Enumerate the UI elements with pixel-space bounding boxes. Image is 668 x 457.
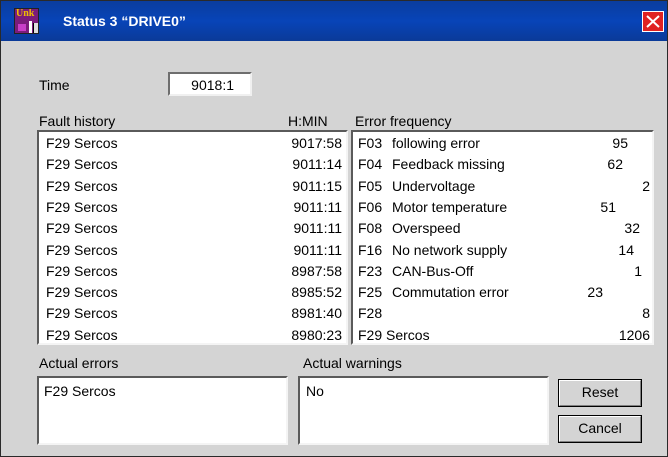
fault-history-row-name: F29 Sercos — [46, 156, 118, 173]
error-frequency-count: 2 — [642, 177, 650, 194]
error-frequency-description: Feedback missing — [392, 156, 505, 173]
fault-history-row-name: F29 Sercos — [46, 135, 118, 151]
error-frequency-code: F16 — [358, 241, 383, 258]
app-icon: Unk — [14, 8, 39, 34]
title-bar[interactable]: Unk Status 3 “DRIVE0” — [1, 1, 667, 41]
fault-history-row-name: F29 Sercos — [46, 326, 118, 343]
window-title: Status 3 “DRIVE0” — [63, 13, 186, 29]
error-frequency-list[interactable]: F03 following error 95 F04 Feedback missing 6… — [351, 130, 654, 345]
error-frequency-description: Undervoltage — [392, 177, 476, 194]
actual-warnings-field[interactable]: No — [298, 376, 549, 445]
error-frequency-count: 1206 — [618, 326, 650, 343]
close-icon — [646, 15, 660, 28]
actual-warnings-value: No — [306, 383, 324, 399]
fault-history-row-time: 8980:23 — [291, 326, 342, 343]
error-frequency-code: F08 — [358, 220, 383, 237]
reset-button[interactable]: Reset — [558, 379, 642, 407]
error-frequency-count: 1 — [634, 262, 642, 279]
time-label: Time — [39, 77, 70, 93]
close-button[interactable] — [642, 11, 664, 32]
fault-history-row-time: 8981:40 — [291, 305, 342, 322]
error-frequency-count: 23 — [587, 284, 603, 301]
time-field: 9018:1 — [168, 72, 252, 96]
fault-history-row-time: 9011:15 — [292, 177, 342, 194]
error-frequency-label: Error frequency — [355, 113, 452, 129]
error-frequency-code: F03 — [358, 135, 383, 151]
error-frequency-count: 32 — [624, 220, 640, 237]
app-icon-text: Unk — [16, 8, 35, 19]
fault-history-row-name: F29 Sercos — [46, 241, 118, 258]
fault-history-label: Fault history — [39, 113, 116, 129]
error-frequency-description: No network supply — [392, 241, 508, 258]
error-frequency-code: F29 Sercos — [358, 326, 430, 343]
error-frequency-code: F05 — [358, 177, 383, 194]
error-frequency-code: F28 — [358, 305, 383, 322]
fault-history-row-name: F29 Sercos — [46, 305, 118, 322]
actual-errors-field[interactable]: F29 Sercos — [37, 376, 288, 445]
error-frequency-count: 8 — [642, 305, 650, 322]
actual-warnings-label: Actual warnings — [303, 355, 402, 371]
reset-button-label: Reset — [581, 384, 619, 400]
fault-history-list[interactable]: F29 Sercos 9017:58 F29 Sercos 9011:14 F29 Se… — [37, 130, 348, 345]
fault-history-row-time: 9011:11 — [293, 220, 342, 237]
fault-history-row-time: 9011:14 — [292, 156, 342, 173]
fault-history-row-time: 9011:11 — [293, 241, 342, 258]
error-frequency-count: 95 — [612, 135, 628, 151]
cancel-button-label: Cancel — [578, 420, 622, 436]
time-value: 9018:1 — [191, 77, 234, 93]
cancel-button[interactable]: Cancel — [558, 415, 642, 443]
error-frequency-count: 62 — [607, 156, 623, 173]
error-frequency-description: CAN-Bus-Off — [392, 262, 474, 279]
fault-history-row-time: 8987:58 — [291, 262, 342, 279]
error-frequency-description: Commutation error — [392, 284, 509, 301]
fault-history-row-time: 9017:58 — [291, 135, 342, 151]
fault-history-time-header: H:MIN — [288, 113, 328, 129]
error-frequency-code: F23 — [358, 262, 383, 279]
actual-errors-value: F29 Sercos — [44, 383, 116, 399]
error-frequency-code: F06 — [358, 198, 383, 215]
error-frequency-code: F25 — [358, 284, 383, 301]
fault-history-row-name: F29 Sercos — [46, 220, 118, 237]
fault-history-row-name: F29 Sercos — [46, 262, 118, 279]
status-dialog: Unk Status 3 “DRIVE0” Time 9018:1 Fault … — [0, 0, 668, 457]
error-frequency-description: Motor temperature — [392, 198, 508, 215]
fault-history-row-time: 9011:11 — [293, 198, 342, 215]
error-frequency-description: Overspeed — [392, 220, 461, 237]
error-frequency-count: 14 — [618, 241, 634, 258]
error-frequency-count: 51 — [600, 198, 616, 215]
error-frequency-description: following error — [392, 135, 480, 151]
fault-history-row-name: F29 Sercos — [46, 198, 118, 215]
actual-errors-label: Actual errors — [39, 355, 119, 371]
fault-history-row-name: F29 Sercos — [46, 284, 118, 301]
error-frequency-code: F04 — [358, 156, 383, 173]
fault-history-row-time: 8985:52 — [291, 284, 342, 301]
fault-history-row-name: F29 Sercos — [46, 177, 118, 194]
